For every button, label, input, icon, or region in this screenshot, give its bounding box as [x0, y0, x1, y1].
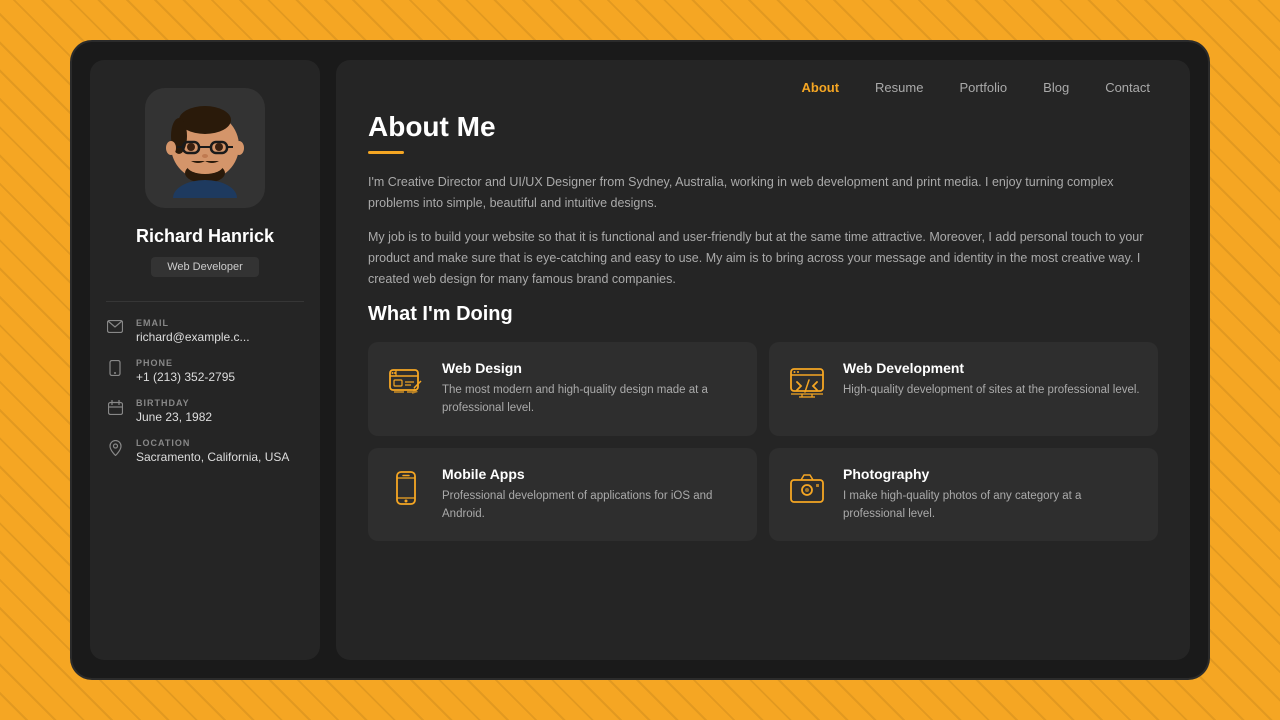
email-label: EMAIL	[136, 318, 250, 328]
web-dev-desc: High-quality development of sites at the…	[843, 382, 1140, 400]
phone-value: +1 (213) 352-2795	[136, 370, 235, 384]
tab-blog[interactable]: Blog	[1027, 74, 1085, 101]
phone-label: PHONE	[136, 358, 235, 368]
title-underline	[368, 151, 404, 154]
info-list: EMAIL richard@example.c... PHONE +1 (213…	[106, 318, 304, 464]
web-dev-name: Web Development	[843, 360, 1140, 376]
nav-tabs: About Resume Portfolio Blog Contact	[336, 60, 1190, 101]
camera-icon	[785, 466, 829, 510]
web-design-icon	[384, 360, 428, 404]
main-card: Richard Hanrick Web Developer EMAIL rich…	[70, 40, 1210, 680]
web-design-name: Web Design	[442, 360, 741, 376]
location-label: LOCATION	[136, 438, 289, 448]
content-area: About Me I'm Creative Director and UI/UX…	[336, 101, 1190, 660]
service-web-dev: Web Development High-quality development…	[769, 342, 1158, 436]
service-photography: Photography I make high-quality photos o…	[769, 448, 1158, 542]
tab-portfolio[interactable]: Portfolio	[943, 74, 1023, 101]
tab-resume[interactable]: Resume	[859, 74, 939, 101]
email-value: richard@example.c...	[136, 330, 250, 344]
sidebar: Richard Hanrick Web Developer EMAIL rich…	[90, 60, 320, 660]
photography-name: Photography	[843, 466, 1142, 482]
profile-name: Richard Hanrick	[136, 226, 274, 247]
birthday-item: BIRTHDAY June 23, 1982	[106, 398, 304, 424]
birthday-icon	[106, 400, 124, 419]
mobile-desc: Professional development of applications…	[442, 488, 741, 524]
web-dev-icon	[785, 360, 829, 404]
photography-desc: I make high-quality photos of any catego…	[843, 488, 1142, 524]
service-mobile: Mobile Apps Professional development of …	[368, 448, 757, 542]
sidebar-divider	[106, 301, 304, 302]
tab-contact[interactable]: Contact	[1089, 74, 1166, 101]
location-value: Sacramento, California, USA	[136, 450, 289, 464]
services-grid: Web Design The most modern and high-qual…	[368, 342, 1158, 541]
email-icon	[106, 320, 124, 337]
mobile-name: Mobile Apps	[442, 466, 741, 482]
section-what-doing: What I'm Doing	[368, 303, 1158, 326]
profile-title: Web Developer	[151, 257, 259, 277]
bio-paragraph-2: My job is to build your website so that …	[368, 227, 1158, 289]
service-web-design: Web Design The most modern and high-qual…	[368, 342, 757, 436]
mobile-icon	[384, 466, 428, 510]
birthday-label: BIRTHDAY	[136, 398, 212, 408]
bio-paragraph-1: I'm Creative Director and UI/UX Designer…	[368, 172, 1158, 213]
location-item: LOCATION Sacramento, California, USA	[106, 438, 304, 464]
location-icon	[106, 440, 124, 460]
web-design-desc: The most modern and high-quality design …	[442, 382, 741, 418]
birthday-value: June 23, 1982	[136, 410, 212, 424]
page-title: About Me	[368, 111, 1158, 143]
phone-item: PHONE +1 (213) 352-2795	[106, 358, 304, 384]
tab-about[interactable]: About	[785, 74, 855, 101]
main-content: About Resume Portfolio Blog Contact Abou…	[336, 60, 1190, 660]
avatar	[145, 88, 265, 208]
phone-icon	[106, 360, 124, 380]
email-item: EMAIL richard@example.c...	[106, 318, 304, 344]
